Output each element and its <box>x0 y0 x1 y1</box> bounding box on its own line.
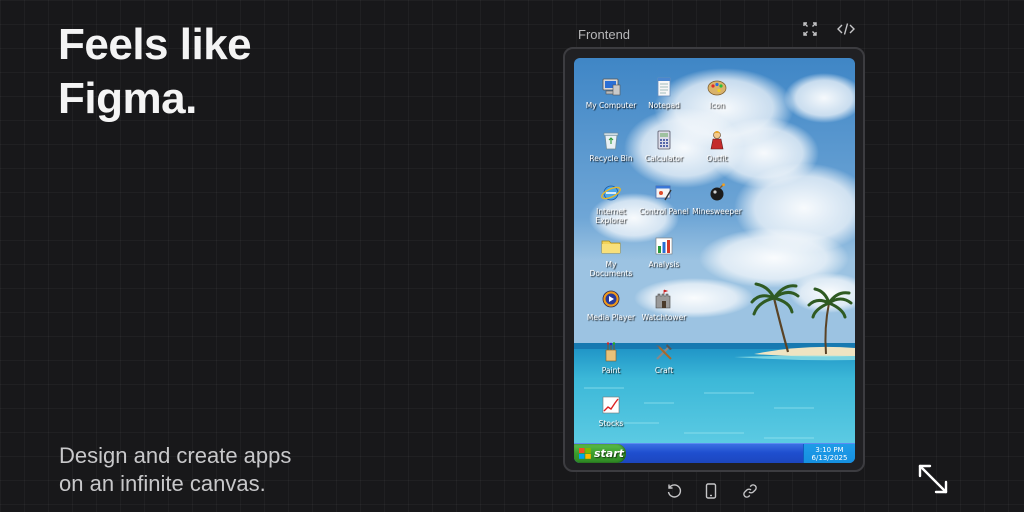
desktop-icon-watchtower[interactable]: Watchtower <box>636 288 692 322</box>
windows-logo-icon <box>579 448 591 459</box>
start-label: start <box>594 447 624 460</box>
control-panel-icon <box>655 185 672 201</box>
desktop-icon-label: Internet Explorer <box>595 207 627 225</box>
desktop-icon-paint[interactable]: Paint <box>583 341 639 375</box>
desktop-icon-label: Analysis <box>648 260 680 269</box>
clock-time: 3:10 PM <box>815 446 844 454</box>
link-icon[interactable] <box>741 482 759 500</box>
desktop-icon-stocks[interactable]: Stocks <box>583 394 639 428</box>
tools-icon <box>656 344 672 360</box>
desktop-icon-label: Calculator <box>644 154 684 163</box>
system-tray-clock[interactable]: 3:10 PM 6/13/2025 <box>803 444 855 463</box>
desktop-icon-label: Minesweeper <box>692 207 742 216</box>
desktop-icon-calculator[interactable]: Calculator <box>636 129 692 163</box>
desktop-icon-label: Notepad <box>648 101 680 110</box>
resize-arrow-icon[interactable] <box>916 462 950 496</box>
desktop-icon-control-panel[interactable]: Control Panel <box>636 182 692 216</box>
clock-date: 6/13/2025 <box>811 454 848 462</box>
paint-icon <box>605 342 617 362</box>
palette-icon <box>707 80 727 96</box>
desktop-icon-label: My Computer <box>585 101 637 110</box>
desktop-icon-label: Stocks <box>598 419 624 428</box>
internet-explorer-icon <box>601 185 621 201</box>
desktop-icon-label: Control Panel <box>639 207 689 216</box>
mine-icon <box>710 183 725 201</box>
media-player-icon <box>602 290 620 308</box>
device-frame: My Computer Notepad Icon Recycle Bin Cal… <box>563 47 865 472</box>
desktop-icon-label: Paint <box>601 366 621 375</box>
headline: Feels like Figma. <box>58 18 252 126</box>
desktop-icon-outfit[interactable]: Outfit <box>689 129 745 163</box>
desktop-icon-my-computer[interactable]: My Computer <box>583 76 639 110</box>
outfit-icon <box>710 131 724 150</box>
desktop-icon-label: Recycle Bin <box>589 154 633 163</box>
desktop-icon-icon[interactable]: Icon <box>689 76 745 110</box>
headline-line-2: Figma. <box>58 74 197 123</box>
frame-title: Frontend <box>578 27 631 42</box>
desktop-icon-label: Media Player <box>586 313 636 322</box>
desktop-icon-label: Icon <box>709 101 725 110</box>
tagline-line-2: on an infinite canvas. <box>59 471 266 496</box>
mobile-device-icon[interactable] <box>702 482 720 500</box>
xp-screen[interactable]: My Computer Notepad Icon Recycle Bin Cal… <box>574 58 855 463</box>
undo-icon[interactable] <box>665 482 683 500</box>
castle-icon <box>655 289 671 309</box>
folder-icon <box>601 240 621 254</box>
bar-chart-icon <box>655 237 673 255</box>
start-button[interactable]: start <box>574 444 626 463</box>
fullscreen-icon[interactable] <box>800 20 820 38</box>
desktop-icon-notepad[interactable]: Notepad <box>636 76 692 110</box>
desktop-icon-my-documents[interactable]: My Documents <box>583 235 639 278</box>
desktop-icon-media-player[interactable]: Media Player <box>583 288 639 322</box>
desktop-icon-label: My Documents <box>589 260 633 278</box>
desktop-icon-recycle-bin[interactable]: Recycle Bin <box>583 129 639 163</box>
desktop-icon-minesweeper[interactable]: Minesweeper <box>689 182 745 216</box>
desktop-icon-internet-explorer[interactable]: Internet Explorer <box>583 182 639 225</box>
desktop-icon-craft[interactable]: Craft <box>636 341 692 375</box>
desktop-icon-analysis[interactable]: Analysis <box>636 235 692 269</box>
stocks-icon <box>602 396 620 414</box>
code-icon[interactable] <box>836 20 856 38</box>
calculator-icon <box>657 130 671 150</box>
recycle-bin-icon <box>603 132 619 150</box>
desktop-icon-label: Watchtower <box>641 313 687 322</box>
notepad-icon <box>657 77 671 97</box>
computer-icon <box>602 78 621 96</box>
tagline-line-1: Design and create apps <box>59 443 292 468</box>
headline-line-1: Feels like <box>58 20 252 69</box>
taskbar: start 3:10 PM 6/13/2025 <box>574 443 855 463</box>
desktop-icon-label: Outfit <box>706 154 728 163</box>
tagline: Design and create apps on an infinite ca… <box>59 442 291 498</box>
desktop-icon-label: Craft <box>654 366 674 375</box>
